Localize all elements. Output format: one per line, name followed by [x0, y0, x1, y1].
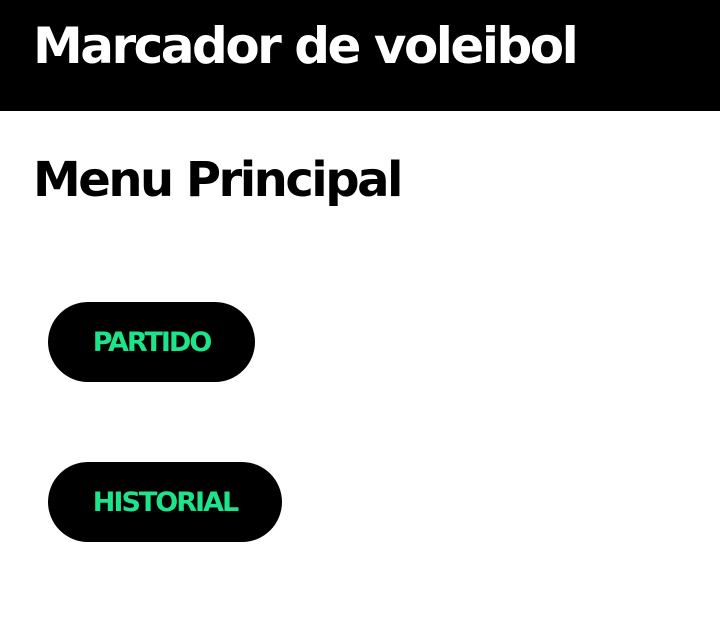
partido-button[interactable]: PARTIDO [48, 302, 255, 382]
historial-button[interactable]: HISTORIAL [48, 462, 282, 542]
app-title: Marcador de voleibol [33, 17, 579, 75]
app-bar: Marcador de voleibol [0, 0, 720, 111]
partido-button-label: PARTIDO [92, 326, 213, 358]
page-title: Menu Principal [33, 152, 403, 208]
historial-button-label: HISTORIAL [92, 486, 239, 518]
